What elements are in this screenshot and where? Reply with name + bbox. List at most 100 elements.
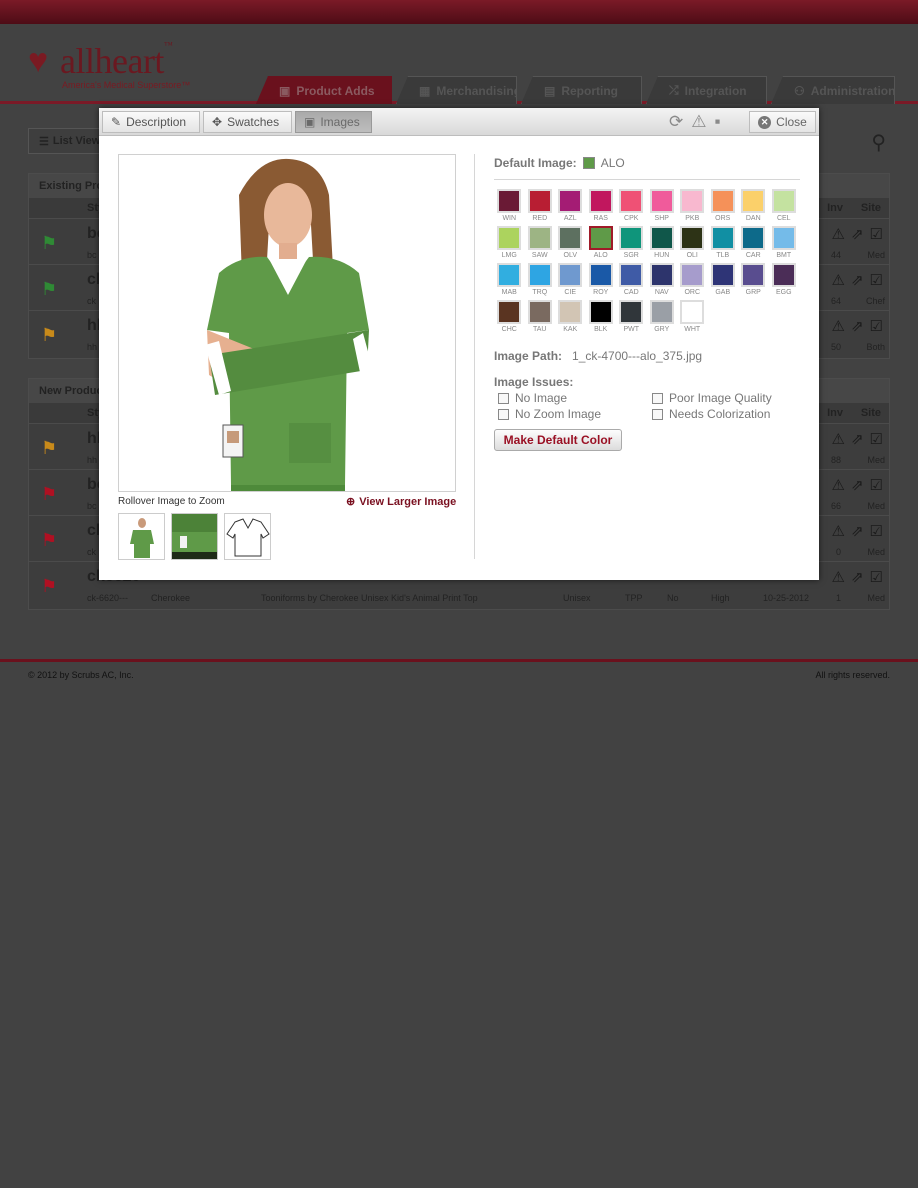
checkbox[interactable] — [498, 392, 509, 404]
swatch-cel[interactable]: CEL — [769, 189, 800, 226]
swatch-color[interactable] — [497, 226, 522, 250]
swatch-color[interactable] — [619, 189, 644, 213]
share-icon[interactable]: ⇗ — [851, 225, 864, 243]
logo[interactable]: ♥ allheart™ America's Medical Superstore… — [28, 40, 190, 90]
swatch-color[interactable] — [527, 189, 552, 213]
issue-needs-colorization[interactable]: Needs Colorization — [648, 407, 798, 421]
swatch-color[interactable] — [649, 226, 674, 250]
share-icon[interactable]: ⇗ — [851, 522, 864, 540]
swatch-azl[interactable]: AZL — [555, 189, 586, 226]
thumbnail-front[interactable] — [118, 513, 165, 560]
swatch-gry[interactable]: GRY — [647, 300, 678, 337]
warning-icon[interactable]: ⚠ — [832, 430, 845, 448]
swatch-color[interactable] — [497, 263, 522, 287]
check-icon[interactable]: ☑ — [870, 522, 883, 540]
swatch-color[interactable] — [710, 263, 735, 287]
issue-no-image[interactable]: No Image — [494, 391, 648, 405]
swatch-color[interactable] — [619, 226, 644, 250]
share-icon[interactable]: ⇗ — [851, 430, 864, 448]
swatch-pkb[interactable]: PKB — [677, 189, 708, 226]
save-icon[interactable]: ▪ — [715, 112, 721, 132]
swatch-red[interactable]: RED — [525, 189, 556, 226]
swatch-cie[interactable]: CIE — [555, 263, 586, 300]
issue-no-zoom[interactable]: No Zoom Image — [494, 407, 648, 421]
warning-icon[interactable]: ⚠ — [832, 476, 845, 494]
tab-images[interactable]: ▣ Images — [295, 111, 372, 133]
swatch-color[interactable] — [558, 189, 583, 213]
swatch-color[interactable] — [558, 300, 583, 324]
swatch-kak[interactable]: KAK — [555, 300, 586, 337]
swatch-color[interactable] — [649, 263, 674, 287]
swatch-bmt[interactable]: BMT — [769, 226, 800, 263]
swatch-color[interactable] — [710, 189, 735, 213]
share-icon[interactable]: ⇗ — [851, 317, 864, 335]
swatch-color[interactable] — [588, 226, 613, 250]
tab-administration[interactable]: ⚇ Administration — [771, 76, 895, 104]
swatch-cpk[interactable]: CPK — [616, 189, 647, 226]
refresh-icon[interactable]: ⟳ — [669, 112, 683, 132]
thumbnail-outline[interactable] — [224, 513, 271, 560]
swatch-chc[interactable]: CHC — [494, 300, 525, 337]
swatch-gab[interactable]: GAB — [708, 263, 739, 300]
swatch-sgr[interactable]: SGR — [616, 226, 647, 263]
swatch-oli[interactable]: OLI — [677, 226, 708, 263]
swatch-grp[interactable]: GRP — [738, 263, 769, 300]
swatch-color[interactable] — [741, 226, 766, 250]
warning-icon[interactable]: ⚠ — [691, 112, 706, 132]
swatch-color[interactable] — [497, 189, 522, 213]
swatch-wht[interactable]: WHT — [677, 300, 708, 337]
swatch-color[interactable] — [649, 300, 674, 324]
swatch-color[interactable] — [771, 263, 796, 287]
swatch-shp[interactable]: SHP — [647, 189, 678, 226]
swatch-win[interactable]: WIN — [494, 189, 525, 226]
swatch-olv[interactable]: OLV — [555, 226, 586, 263]
swatch-color[interactable] — [558, 226, 583, 250]
swatch-orc[interactable]: ORC — [677, 263, 708, 300]
swatch-color[interactable] — [680, 263, 705, 287]
swatch-color[interactable] — [771, 226, 796, 250]
tab-merchandising[interactable]: ▦ Merchandising — [396, 76, 517, 104]
swatch-nav[interactable]: NAV — [647, 263, 678, 300]
swatch-roy[interactable]: ROY — [586, 263, 617, 300]
swatch-color[interactable] — [527, 263, 552, 287]
checkbox[interactable] — [652, 408, 663, 420]
check-icon[interactable]: ☑ — [870, 430, 883, 448]
swatch-color[interactable] — [680, 300, 705, 324]
share-icon[interactable]: ⇗ — [851, 271, 864, 289]
checkbox[interactable] — [652, 392, 663, 404]
swatch-color[interactable] — [527, 300, 552, 324]
swatch-color[interactable] — [588, 263, 613, 287]
swatch-color[interactable] — [497, 300, 522, 324]
swatch-color[interactable] — [527, 226, 552, 250]
warning-icon[interactable]: ⚠ — [832, 225, 845, 243]
swatch-dan[interactable]: DAN — [738, 189, 769, 226]
swatch-ras[interactable]: RAS — [586, 189, 617, 226]
swatch-pwt[interactable]: PWT — [616, 300, 647, 337]
search-icon[interactable]: ⚲ — [871, 130, 886, 155]
check-icon[interactable]: ☑ — [870, 317, 883, 335]
tab-reporting[interactable]: ▤ Reporting — [521, 76, 642, 104]
tab-integration[interactable]: ⤮ Integration — [646, 76, 767, 104]
swatch-egg[interactable]: EGG — [769, 263, 800, 300]
swatch-color[interactable] — [710, 226, 735, 250]
close-button[interactable]: ✕ Close — [749, 111, 816, 133]
swatch-color[interactable] — [771, 189, 796, 213]
share-icon[interactable]: ⇗ — [851, 476, 864, 494]
swatch-lmg[interactable]: LMG — [494, 226, 525, 263]
swatch-color[interactable] — [741, 263, 766, 287]
checkbox[interactable] — [498, 408, 509, 420]
thumbnail-closeup[interactable] — [171, 513, 218, 560]
swatch-color[interactable] — [680, 226, 705, 250]
swatch-color[interactable] — [741, 189, 766, 213]
swatch-color[interactable] — [619, 263, 644, 287]
view-larger-link[interactable]: ⊕ View Larger Image — [346, 495, 456, 509]
product-image[interactable] — [118, 154, 456, 492]
check-icon[interactable]: ☑ — [870, 271, 883, 289]
tab-swatches[interactable]: ✥ Swatches — [203, 111, 292, 133]
tab-product-adds[interactable]: ▣ Product Adds — [256, 76, 392, 104]
swatch-saw[interactable]: SAW — [525, 226, 556, 263]
tab-description[interactable]: ✎ Description — [102, 111, 200, 133]
swatch-alo[interactable]: ALO — [586, 226, 617, 263]
check-icon[interactable]: ☑ — [870, 568, 883, 586]
make-default-color-button[interactable]: Make Default Color — [494, 429, 622, 451]
